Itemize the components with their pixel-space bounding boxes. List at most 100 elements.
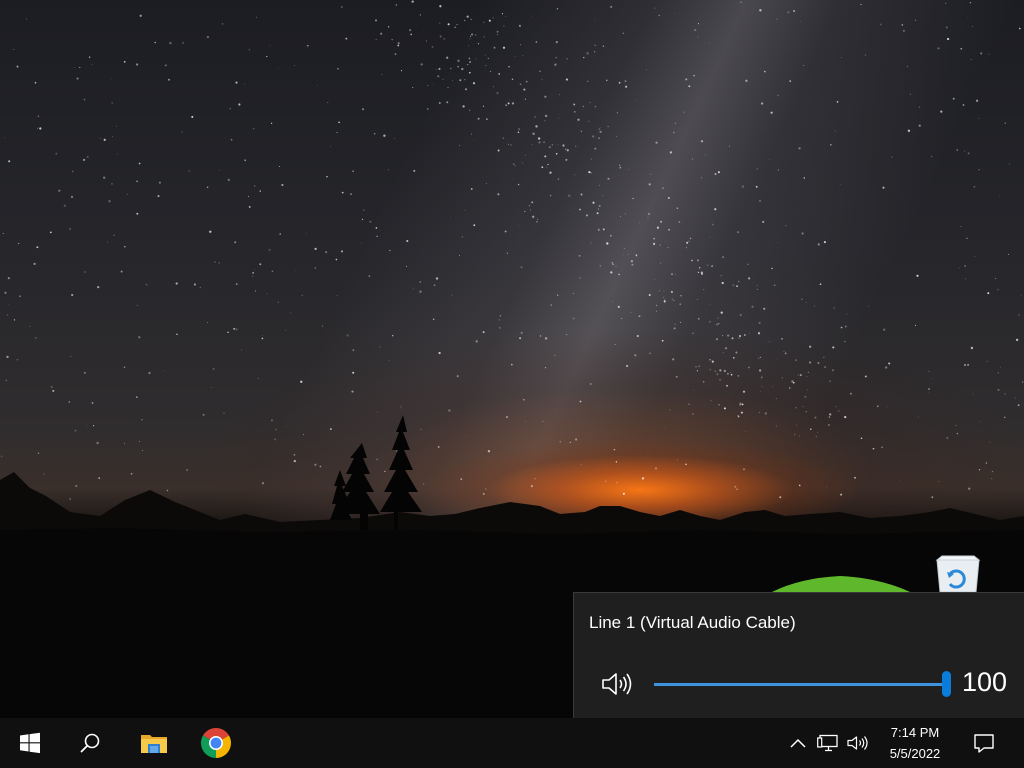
- wallpaper-star: [580, 464, 582, 466]
- wallpaper-star: [740, 411, 743, 414]
- wallpaper-star: [648, 183, 651, 186]
- wallpaper-star: [771, 267, 773, 270]
- show-hidden-icons-button[interactable]: [786, 718, 810, 768]
- wallpaper-star: [673, 300, 675, 301]
- wallpaper-star: [279, 233, 282, 235]
- wallpaper-star: [2, 233, 4, 235]
- wallpaper-star: [456, 24, 458, 26]
- wallpaper-star: [717, 317, 719, 319]
- wallpaper-star: [457, 66, 459, 68]
- audio-device-name[interactable]: Line 1 (Virtual Audio Cable): [589, 613, 796, 633]
- wallpaper-star: [145, 283, 148, 286]
- wallpaper-star: [620, 215, 621, 217]
- chrome-button[interactable]: [188, 718, 244, 768]
- wallpaper-star: [598, 137, 601, 140]
- wallpaper-star: [469, 60, 472, 64]
- wallpaper-star: [88, 56, 91, 58]
- wallpaper-star: [573, 103, 576, 106]
- wallpaper-star: [394, 138, 395, 140]
- file-explorer-button[interactable]: [126, 718, 182, 768]
- wallpaper-star: [722, 256, 724, 258]
- wallpaper-star: [362, 209, 365, 211]
- wallpaper-star: [261, 482, 265, 485]
- volume-slider[interactable]: [654, 671, 951, 697]
- wallpaper-star: [918, 124, 921, 127]
- wallpaper-star: [697, 271, 700, 274]
- wallpaper-star: [594, 105, 597, 108]
- taskbar-clock[interactable]: 7:14 PM 5/5/2022: [876, 718, 954, 768]
- wallpaper-star: [619, 166, 622, 169]
- wallpaper-star: [524, 420, 526, 422]
- wallpaper-star: [830, 144, 832, 146]
- wallpaper-star: [709, 320, 711, 323]
- wallpaper-star: [510, 144, 512, 146]
- action-center-button[interactable]: [962, 718, 1006, 768]
- wallpaper-star: [599, 265, 601, 267]
- wallpaper-star: [538, 141, 541, 144]
- recycle-bin-desktop-icon[interactable]: [930, 552, 986, 596]
- wallpaper-star: [986, 360, 988, 362]
- wallpaper-star: [743, 334, 746, 336]
- wallpaper-star: [737, 375, 740, 377]
- wallpaper-star: [969, 1, 972, 4]
- wallpaper-star: [544, 114, 548, 118]
- wallpaper-star: [8, 160, 11, 163]
- wallpaper-star: [823, 356, 825, 358]
- wallpaper-star: [468, 57, 471, 60]
- wallpaper-star: [449, 67, 452, 70]
- wallpaper-star: [764, 70, 766, 73]
- wallpaper-star: [505, 416, 509, 419]
- search-button[interactable]: [62, 718, 118, 768]
- wallpaper-star: [580, 130, 582, 132]
- wallpaper-star: [532, 215, 535, 218]
- wallpaper-star: [807, 371, 810, 373]
- wallpaper-star: [978, 118, 980, 119]
- wallpaper-star: [624, 85, 628, 88]
- wallpaper-star: [624, 213, 627, 215]
- wallpaper-star: [928, 388, 931, 390]
- wallpaper-star: [824, 366, 827, 369]
- wallpaper-star: [674, 122, 677, 124]
- wallpaper-star: [212, 367, 215, 371]
- wallpaper-star: [587, 80, 589, 82]
- wallpaper-star: [475, 58, 477, 60]
- wallpaper-star: [956, 432, 959, 435]
- wallpaper-star: [599, 130, 602, 134]
- wallpaper-star: [624, 80, 627, 82]
- wallpaper-star: [987, 292, 990, 295]
- wallpaper-star: [686, 241, 689, 244]
- wallpaper-star: [539, 335, 542, 337]
- wallpaper-star: [234, 241, 237, 244]
- wallpaper-star: [738, 337, 740, 339]
- wallpaper-star: [522, 162, 524, 164]
- wallpaper-star: [438, 102, 441, 104]
- wallpaper-star: [505, 15, 507, 17]
- wallpaper-star: [524, 98, 527, 100]
- wallpaper-star: [437, 445, 440, 448]
- wallpaper-star: [554, 354, 556, 356]
- taskbar-volume-button[interactable]: [844, 718, 872, 768]
- wallpaper-star: [1004, 393, 1006, 395]
- wallpaper-star: [760, 390, 761, 392]
- wallpaper-star: [971, 25, 973, 27]
- wallpaper-star: [590, 158, 592, 160]
- wallpaper-star: [505, 104, 508, 107]
- speaker-volume-icon[interactable]: [600, 669, 636, 699]
- wallpaper-star: [244, 159, 247, 162]
- wallpaper-star: [669, 151, 673, 154]
- wallpaper-star: [420, 428, 422, 430]
- wallpaper-star: [141, 419, 143, 421]
- wallpaper-star: [214, 261, 216, 263]
- wallpaper-star: [662, 187, 664, 189]
- wallpaper-star: [676, 207, 679, 209]
- volume-slider-thumb[interactable]: [942, 671, 951, 697]
- wallpaper-star: [447, 23, 450, 26]
- wallpaper-star: [663, 426, 665, 428]
- wallpaper-star: [759, 356, 762, 359]
- wallpaper-star: [797, 374, 799, 376]
- wallpaper-star: [891, 156, 893, 158]
- network-button[interactable]: [814, 718, 842, 768]
- wallpaper-star: [142, 450, 144, 451]
- wallpaper-star: [772, 386, 774, 388]
- start-button[interactable]: [0, 718, 60, 768]
